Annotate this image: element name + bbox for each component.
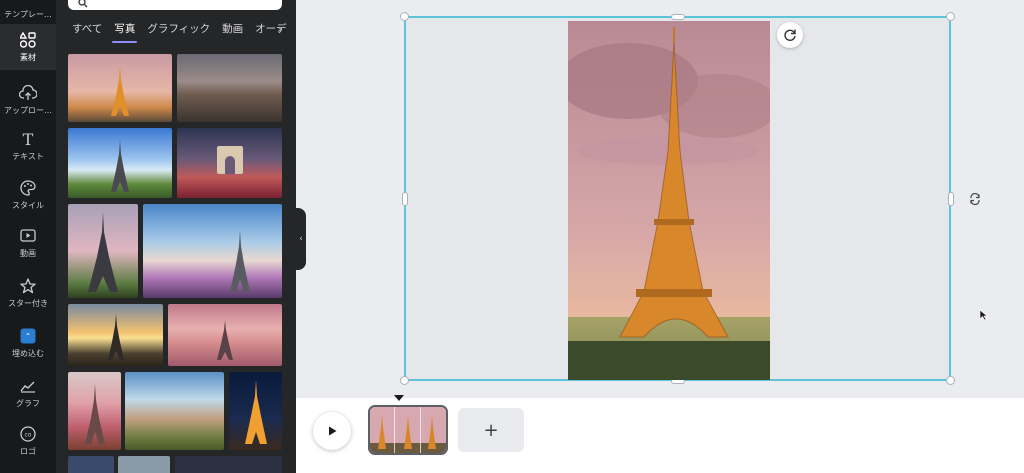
chart-icon <box>19 377 37 395</box>
left-rail: テンプレー… 素材 アップロー… T テキスト スタイル 動画 スター付き “ … <box>0 0 56 473</box>
tab-photos[interactable]: 写真 <box>112 15 138 43</box>
playhead-marker[interactable] <box>394 395 404 401</box>
eiffel-tower-icon <box>217 320 233 360</box>
rail-item-label: 動画 <box>20 249 36 258</box>
chevron-right-icon[interactable]: › <box>277 22 282 36</box>
photo-thumbnail[interactable] <box>177 128 282 198</box>
rail-item-templates[interactable]: テンプレー… <box>0 0 56 24</box>
photo-thumbnail[interactable] <box>143 204 282 298</box>
rail-item-embed[interactable]: “ 埋め込む <box>0 320 56 366</box>
rail-item-label: テキスト <box>12 152 44 161</box>
eiffel-tower-icon <box>111 140 129 192</box>
rail-item-videos[interactable]: 動画 <box>0 220 56 266</box>
search-icon <box>78 0 88 8</box>
upload-icon <box>19 84 37 102</box>
text-icon: T <box>22 129 34 149</box>
photo-thumbnail[interactable] <box>125 372 224 450</box>
resize-handle-bottom-right[interactable] <box>946 376 955 385</box>
search-input[interactable] <box>68 0 282 10</box>
star-icon <box>19 277 37 295</box>
resize-handle-top[interactable] <box>671 14 685 20</box>
editor-app: テンプレー… 素材 アップロー… T テキスト スタイル 動画 スター付き “ … <box>0 0 1024 473</box>
eiffel-tower-icon <box>84 384 105 444</box>
rail-item-label: 素材 <box>20 53 36 62</box>
rail-item-charts[interactable]: グラフ <box>0 370 56 416</box>
collapse-panel-handle[interactable]: ‹ <box>296 208 306 270</box>
svg-text:co: co <box>25 432 32 439</box>
eiffel-tower-icon <box>107 314 124 360</box>
logo-icon: co <box>19 425 37 443</box>
timeline-clip[interactable] <box>368 405 448 455</box>
rail-item-label: グラフ <box>16 399 40 408</box>
photos-panel: すべて 写真 グラフィック 動画 オーデ › <box>56 0 296 473</box>
photo-thumbnail[interactable] <box>229 372 282 450</box>
resize-handle-top-right[interactable] <box>946 12 955 21</box>
palette-icon <box>19 179 37 197</box>
clip-thumbnail <box>370 407 446 453</box>
category-tabs: すべて 写真 グラフィック 動画 オーデ <box>56 14 296 44</box>
resize-handle-top-left[interactable] <box>400 12 409 21</box>
photo-thumbnail[interactable] <box>177 54 282 122</box>
resize-handle-bottom-left[interactable] <box>400 376 409 385</box>
eiffel-tower-icon <box>88 212 118 292</box>
arc-de-triomphe-shape <box>217 146 243 174</box>
svg-text:“: “ <box>26 332 30 341</box>
sync-icon[interactable] <box>967 191 983 207</box>
photo-thumbnail[interactable] <box>168 304 282 366</box>
rail-item-logos[interactable]: co ロゴ <box>0 418 56 464</box>
embed-icon: “ <box>19 327 37 345</box>
add-page-button[interactable]: + <box>458 408 524 452</box>
chevron-left-icon: ‹ <box>299 234 303 244</box>
tab-videos[interactable]: 動画 <box>222 15 243 43</box>
photo-thumbnail[interactable] <box>68 372 121 450</box>
rail-item-uploads[interactable]: アップロー… <box>0 77 56 123</box>
rail-item-label: ロゴ <box>20 447 36 456</box>
photo-thumbnail[interactable] <box>68 54 172 122</box>
play-icon <box>329 426 337 436</box>
tab-graphics[interactable]: グラフィック <box>147 15 210 43</box>
photo-thumbnail[interactable] <box>68 128 172 198</box>
resize-handle-left[interactable] <box>402 192 408 206</box>
photo-thumbnail[interactable] <box>68 304 163 366</box>
video-icon <box>19 227 37 245</box>
photo-thumbnail[interactable] <box>175 456 282 473</box>
photo-thumbnail[interactable] <box>118 456 170 473</box>
rail-item-label: スタイル <box>12 201 44 210</box>
rail-item-elements[interactable]: 素材 <box>0 24 56 70</box>
rail-item-label: 埋め込む <box>12 349 44 358</box>
mouse-cursor-icon <box>979 306 988 325</box>
eiffel-tower-photo[interactable] <box>568 21 770 380</box>
rail-item-label: アップロー… <box>4 106 52 115</box>
photo-thumbnail[interactable] <box>68 456 114 473</box>
eiffel-tower-icon <box>244 380 267 444</box>
rail-item-label: スター付き <box>8 299 48 308</box>
rotate-icon <box>784 29 796 41</box>
elements-icon <box>19 31 37 49</box>
eiffel-tower-image <box>568 21 770 380</box>
rotate-button[interactable] <box>777 22 803 48</box>
rail-item-label: テンプレー… <box>4 9 52 19</box>
resize-handle-right[interactable] <box>948 192 954 206</box>
tab-all[interactable]: すべて <box>72 15 102 43</box>
play-button[interactable] <box>313 412 351 450</box>
rail-item-text[interactable]: T テキスト <box>0 123 56 169</box>
eiffel-tower-icon <box>230 230 251 292</box>
plus-icon: + <box>483 419 499 441</box>
rail-item-starred[interactable]: スター付き <box>0 270 56 316</box>
photo-thumbnail[interactable] <box>68 204 138 298</box>
eiffel-tower-icon <box>111 66 129 116</box>
rail-item-styles[interactable]: スタイル <box>0 172 56 218</box>
